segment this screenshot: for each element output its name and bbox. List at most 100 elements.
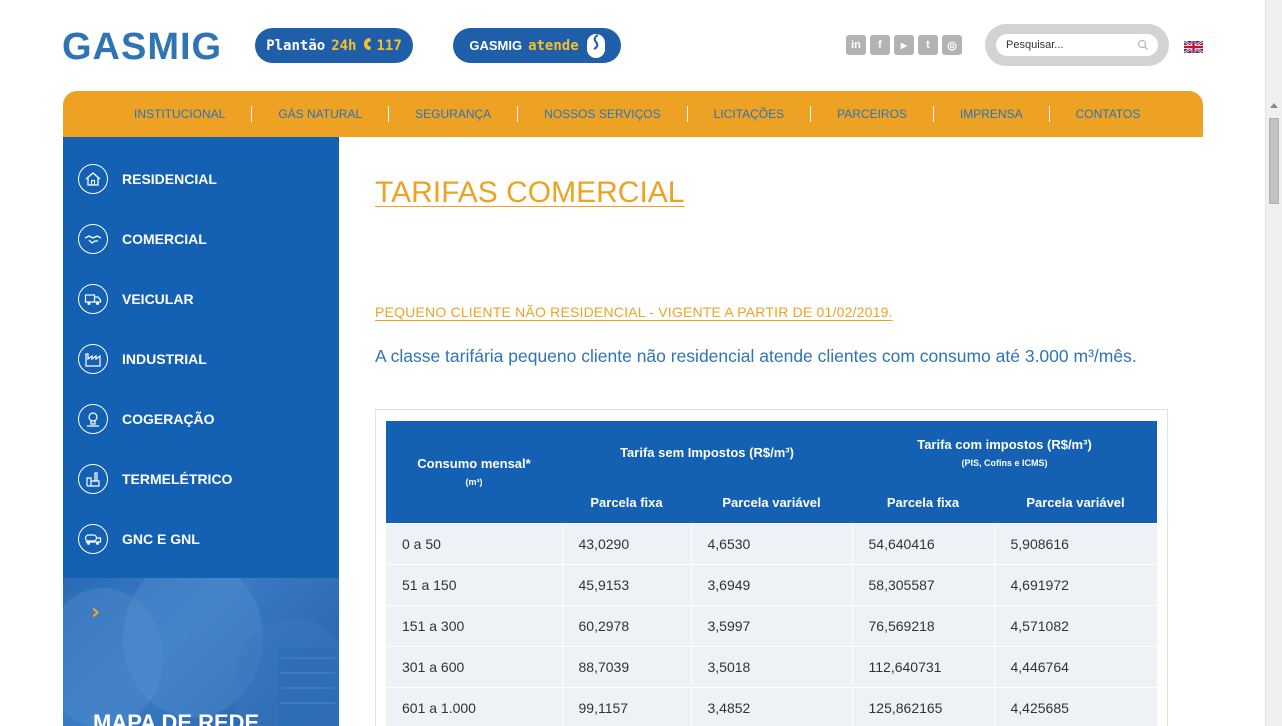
tariff-table: Consumo mensal* (m³) Tarifa sem Impostos… bbox=[386, 421, 1157, 726]
table-cell: 5,908616 bbox=[994, 522, 1157, 564]
plantao-number: 117 bbox=[376, 37, 402, 54]
main-navigation: INSTITUCIONAL GÁS NATURAL SEGURANÇA NOSS… bbox=[63, 91, 1203, 137]
sidebar-item-veicular[interactable]: VEICULAR bbox=[63, 269, 339, 329]
table-cell: 45,9153 bbox=[562, 563, 692, 605]
plantao-hours: 24h bbox=[331, 37, 357, 54]
sidebar-item-label: VEICULAR bbox=[122, 291, 194, 307]
handshake-icon bbox=[78, 224, 108, 254]
table-cell: 125,862165 bbox=[852, 686, 995, 726]
nav-seguranca[interactable]: SEGURANÇA bbox=[389, 106, 519, 122]
subheader-parcela-fixa: Parcela fixa bbox=[852, 483, 994, 523]
power-plant-icon bbox=[78, 464, 108, 494]
header-consumo-label: Consumo mensal* bbox=[417, 456, 531, 472]
sidebar-item-cogeracao[interactable]: COGERAÇÃO bbox=[63, 389, 339, 449]
tariff-table-container: Consumo mensal* (m³) Tarifa sem Impostos… bbox=[375, 409, 1168, 726]
nav-nossos-servicos[interactable]: NOSSOS SERVIÇOS bbox=[518, 106, 688, 122]
table-row: 0 a 50 43,0290 4,6530 54,640416 5,908616 bbox=[386, 522, 1157, 564]
table-cell: 3,5997 bbox=[691, 604, 853, 646]
table-cell: 51 a 150 bbox=[386, 563, 563, 605]
table-cell: 0 a 50 bbox=[386, 522, 563, 564]
nav-parceiros[interactable]: PARCEIROS bbox=[811, 106, 934, 122]
tanker-truck-icon bbox=[78, 524, 108, 554]
table-cell: 4,425685 bbox=[994, 686, 1157, 726]
table-row: 601 a 1.000 99,1157 3,4852 125,862165 4,… bbox=[386, 686, 1157, 726]
header-tarifa-sem-impostos: Tarifa sem Impostos (R$/m³) bbox=[562, 421, 852, 483]
logo-text: GASMIG bbox=[62, 25, 223, 68]
scrollbar-thumb[interactable] bbox=[1269, 118, 1279, 204]
nav-gas-natural[interactable]: GÁS NATURAL bbox=[252, 106, 390, 122]
linkedin-icon[interactable]: in bbox=[846, 35, 866, 55]
nav-institucional[interactable]: INSTITUCIONAL bbox=[108, 106, 253, 122]
sidebar-item-label: GNC E GNL bbox=[122, 531, 200, 547]
twitter-icon[interactable]: t bbox=[918, 35, 938, 55]
search-box bbox=[996, 34, 1158, 56]
phone-icon bbox=[363, 37, 373, 55]
sidebar-item-label: RESIDENCIAL bbox=[122, 171, 217, 187]
facebook-icon[interactable]: f bbox=[870, 35, 890, 55]
search-input[interactable] bbox=[1006, 37, 1132, 53]
scroll-up-arrow-icon[interactable] bbox=[1270, 103, 1278, 108]
table-row: 51 a 150 45,9153 3,6949 58,305587 4,6919… bbox=[386, 563, 1157, 605]
subheader-parcela-variavel: Parcela variável bbox=[994, 483, 1157, 523]
table-cell: 76,569218 bbox=[852, 604, 995, 646]
header-tarifa-com-impostos: Tarifa com impostos (R$/m³) (PIS, Cofins… bbox=[852, 421, 1157, 483]
table-row: 301 a 600 88,7039 3,5018 112,640731 4,44… bbox=[386, 645, 1157, 687]
table-cell: 3,6949 bbox=[691, 563, 853, 605]
table-cell: 3,4852 bbox=[691, 686, 853, 726]
header-com-label: Tarifa com impostos (R$/m³) bbox=[917, 436, 1092, 452]
subheader-parcela-fixa: Parcela fixa bbox=[562, 483, 691, 523]
table-cell: 60,2978 bbox=[562, 604, 692, 646]
search-icon[interactable] bbox=[1136, 38, 1150, 52]
factory-icon bbox=[78, 344, 108, 374]
sidebar-item-label: COMERCIAL bbox=[122, 231, 207, 247]
trees-illustration bbox=[63, 578, 339, 726]
sidebar-item-comercial[interactable]: COMERCIAL bbox=[63, 209, 339, 269]
sidebar-item-residencial[interactable]: RESIDENCIAL bbox=[63, 149, 339, 209]
header-com-note: (PIS, Cofins e ICMS) bbox=[961, 457, 1048, 468]
plantao-label: Plantão bbox=[266, 37, 326, 54]
subheader-parcela-variavel: Parcela variável bbox=[691, 483, 852, 523]
gasmig-logo[interactable]: GASMIG bbox=[62, 22, 222, 72]
table-cell: 88,7039 bbox=[562, 645, 692, 687]
sidebar-item-gnc-gnl[interactable]: GNC E GNL bbox=[63, 509, 339, 569]
table-cell: 58,305587 bbox=[852, 563, 995, 605]
sidebar-item-label: INDUSTRIAL bbox=[122, 351, 207, 367]
truck-icon bbox=[78, 284, 108, 314]
search-bar bbox=[985, 24, 1169, 66]
table-cell: 3,5018 bbox=[691, 645, 853, 687]
table-cell: 4,446764 bbox=[994, 645, 1157, 687]
sidebar-item-termeletrico[interactable]: TERMELÉTRICO bbox=[63, 449, 339, 509]
instagram-icon[interactable]: ◎ bbox=[942, 35, 962, 55]
youtube-icon[interactable]: ▶ bbox=[894, 35, 914, 55]
table-cell: 43,0290 bbox=[562, 522, 692, 564]
table-cell: 301 a 600 bbox=[386, 645, 563, 687]
plantao-24h-button[interactable]: Plantão 24h 117 bbox=[255, 28, 413, 63]
mapa-de-rede-banner[interactable]: › MAPA DE REDE bbox=[63, 578, 339, 726]
house-icon bbox=[78, 164, 108, 194]
sidebar-item-industrial[interactable]: INDUSTRIAL bbox=[63, 329, 339, 389]
table-cell: 54,640416 bbox=[852, 522, 995, 564]
nav-contatos[interactable]: CONTATOS bbox=[1050, 106, 1167, 122]
gasmig-atende-button[interactable]: GASMIG atende bbox=[453, 28, 621, 63]
sidebar: RESIDENCIAL COMERCIAL VEICULAR INDUSTRIA… bbox=[63, 137, 339, 726]
table-row: 151 a 300 60,2978 3,5997 76,569218 4,571… bbox=[386, 604, 1157, 646]
tariff-subheading-link[interactable]: PEQUENO CLIENTE NÃO RESIDENCIAL - VIGENT… bbox=[375, 304, 893, 320]
uk-flag-icon[interactable] bbox=[1183, 39, 1204, 55]
page-title[interactable]: TARIFAS COMERCIAL bbox=[375, 176, 685, 210]
table-cell: 4,571082 bbox=[994, 604, 1157, 646]
promo-title: MAPA DE REDE bbox=[93, 710, 260, 726]
table-cell: 112,640731 bbox=[852, 645, 995, 687]
sidebar-item-label: COGERAÇÃO bbox=[122, 411, 215, 427]
lightbulb-icon bbox=[78, 404, 108, 434]
nav-imprensa[interactable]: IMPRENSA bbox=[934, 106, 1050, 122]
atende-label: atende bbox=[528, 37, 579, 54]
nav-licitacoes[interactable]: LICITAÇÕES bbox=[688, 106, 812, 122]
page: GASMIG Plantão 24h 117 GASMIG atende in … bbox=[0, 0, 1282, 726]
header-sem-label: Tarifa sem Impostos (R$/m³) bbox=[620, 444, 794, 460]
sidebar-item-label: TERMELÉTRICO bbox=[122, 471, 233, 487]
table-cell: 151 a 300 bbox=[386, 604, 563, 646]
header-consumo: Consumo mensal* (m³) bbox=[386, 421, 562, 523]
vertical-scrollbar[interactable] bbox=[1265, 0, 1282, 726]
tariff-description: A classe tarifária pequeno cliente não r… bbox=[375, 346, 1137, 366]
table-cell: 4,6530 bbox=[691, 522, 853, 564]
